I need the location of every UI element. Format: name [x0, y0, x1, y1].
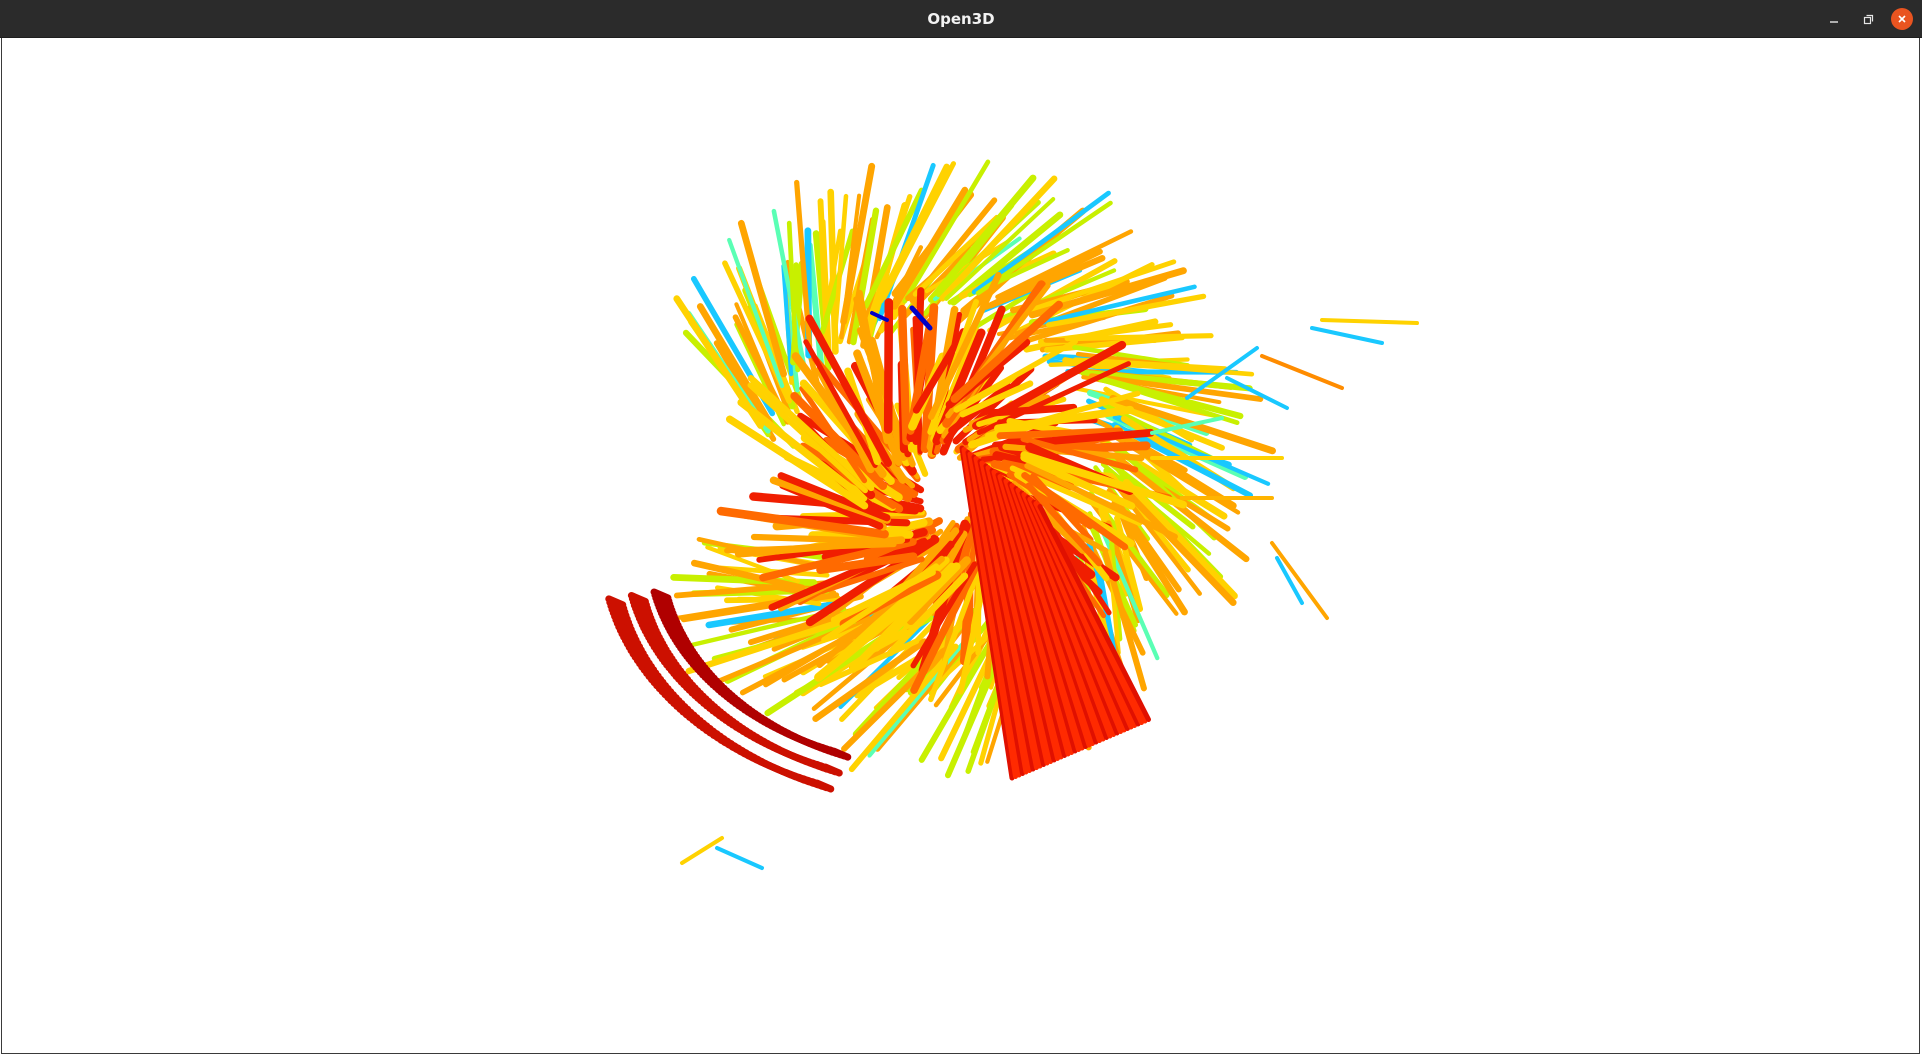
- title-bar[interactable]: Open3D: [0, 0, 1922, 38]
- 3d-viewport[interactable]: [1, 38, 1920, 1054]
- point-stripe: [1260, 354, 1344, 390]
- window-title: Open3D: [927, 10, 995, 28]
- point-stripe: [680, 836, 724, 865]
- point-stripe: [1310, 326, 1384, 345]
- point-cloud-render: [605, 159, 1419, 870]
- minimize-button[interactable]: [1823, 8, 1845, 30]
- maximize-button[interactable]: [1857, 8, 1879, 30]
- point-stripe: [1320, 318, 1419, 325]
- point-cloud: [605, 159, 1419, 870]
- point-stripe: [1064, 333, 1214, 342]
- maximize-icon: [1863, 14, 1874, 25]
- minimize-icon: [1830, 21, 1838, 23]
- point-stripe: [898, 304, 911, 446]
- point-stripe: [715, 846, 764, 870]
- close-icon: [1898, 15, 1906, 23]
- open3d-window: Open3D: [0, 0, 1922, 1055]
- point-stripe: [1270, 541, 1329, 620]
- close-button[interactable]: [1891, 8, 1913, 30]
